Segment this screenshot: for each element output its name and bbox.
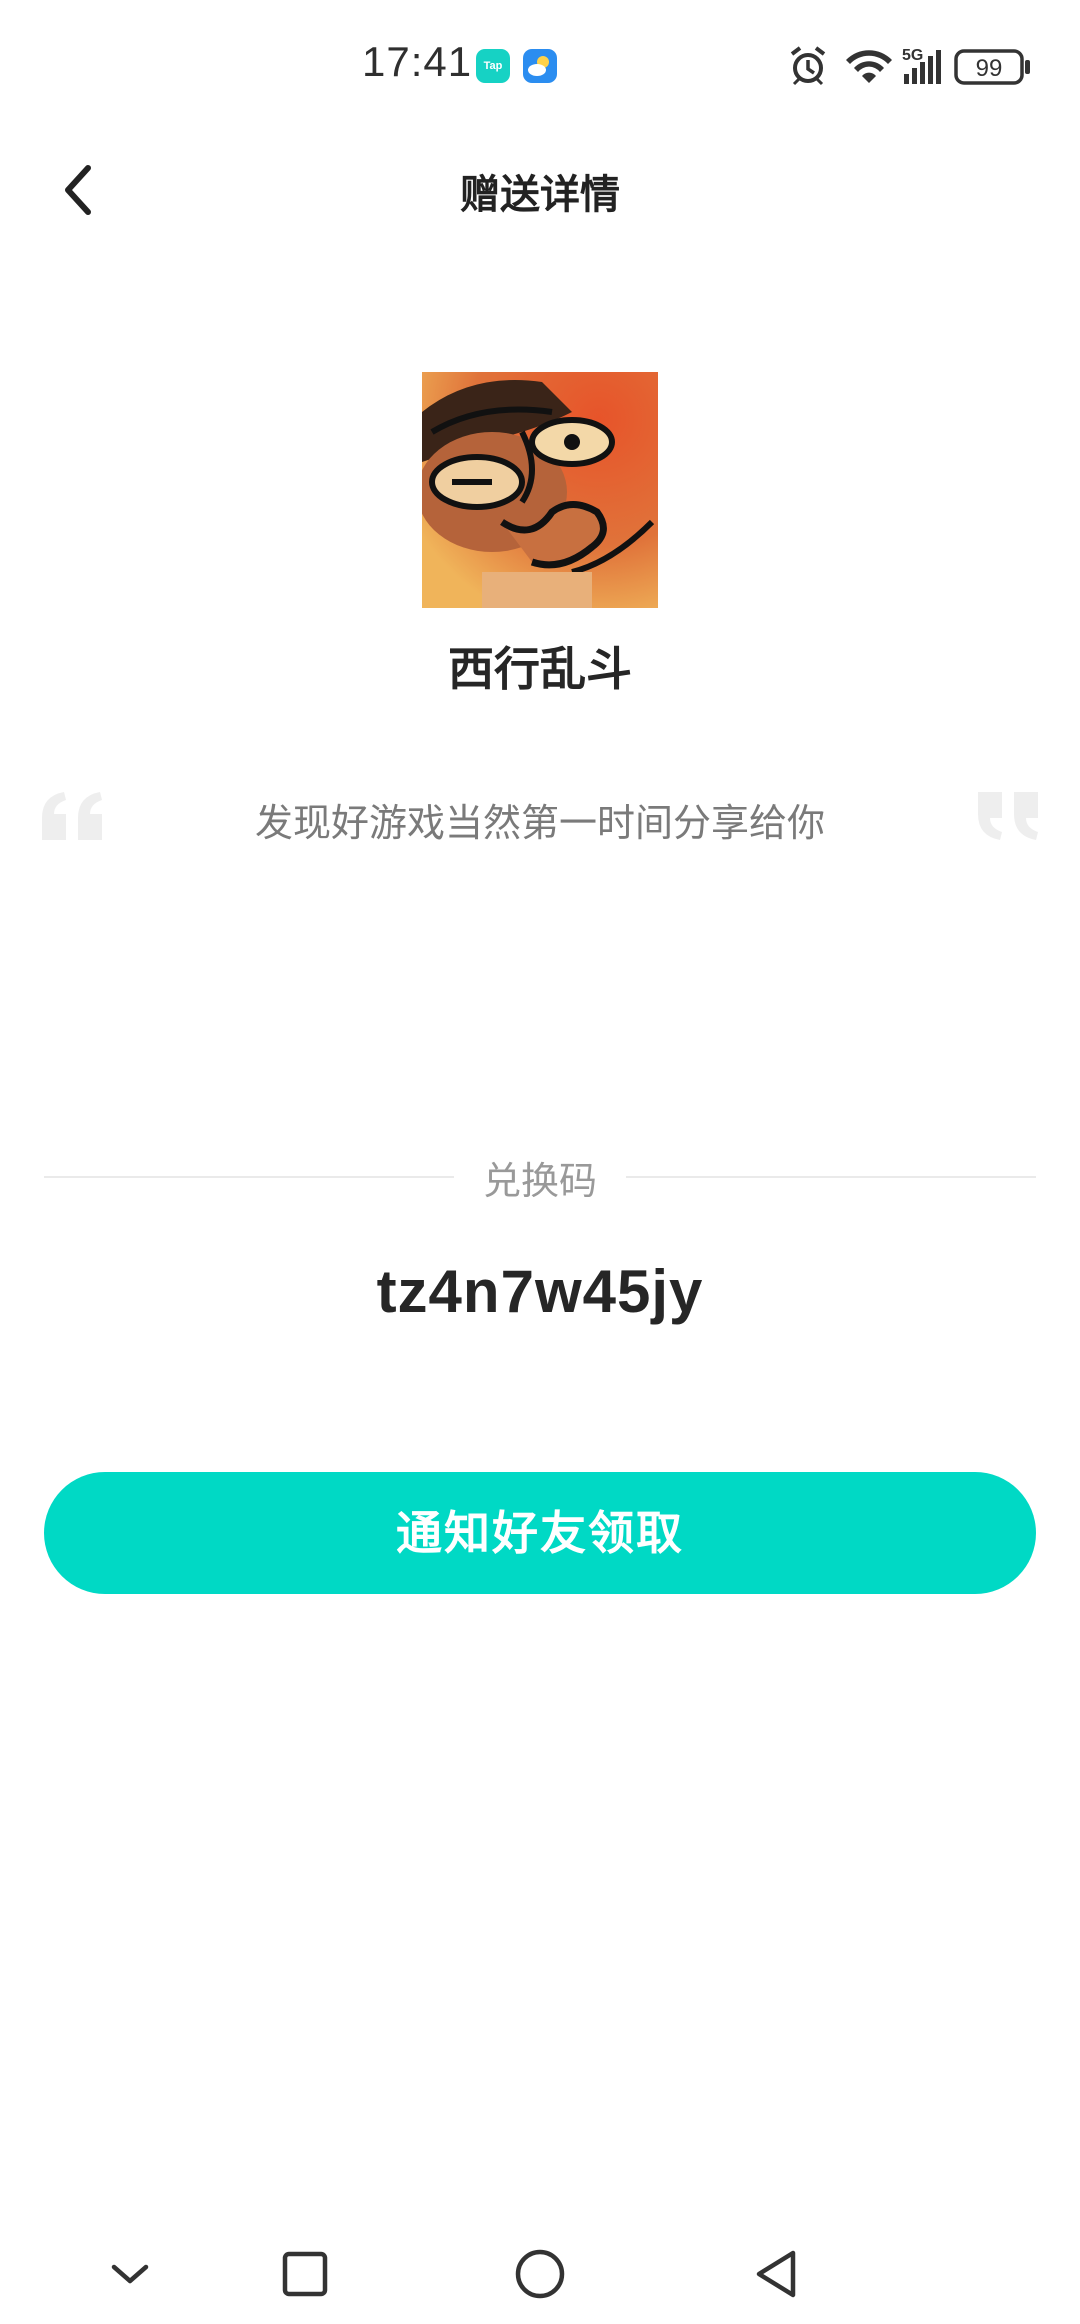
alarm-icon — [790, 46, 826, 86]
notify-friend-button[interactable]: 通知好友领取 — [44, 1472, 1036, 1594]
divider-right — [626, 1176, 1036, 1178]
taptap-notification-icon: Tap — [476, 49, 510, 83]
recent-apps-button[interactable] — [273, 2242, 337, 2306]
redeem-code: tz4n7w45jy — [376, 1258, 704, 1325]
home-button[interactable] — [508, 2242, 572, 2306]
navigation-bar: 赠送详情 — [0, 130, 1080, 250]
network-type-label: 5G — [902, 47, 923, 64]
circle-icon — [515, 2249, 565, 2299]
back-nav-button[interactable] — [744, 2242, 808, 2306]
game-name: 西行乱斗 — [448, 643, 632, 695]
weather-notification-icon — [523, 49, 557, 83]
status-icons: 5G 99 — [784, 40, 1044, 92]
square-icon — [282, 2251, 328, 2297]
chevron-down-icon — [111, 2264, 149, 2284]
battery-level: 99 — [976, 55, 1003, 82]
status-bar: 17:41 Tap 5G 99 — [0, 0, 1080, 130]
system-navigation-bar — [0, 2220, 1080, 2320]
share-message: 发现好游戏当然第一时间分享给你 — [254, 803, 825, 845]
page-title: 赠送详情 — [460, 173, 620, 217]
triangle-back-icon — [756, 2250, 796, 2298]
wifi-icon — [846, 50, 892, 83]
hide-nav-button[interactable] — [98, 2242, 162, 2306]
game-cover-image — [422, 372, 658, 608]
close-quote-icon — [978, 792, 1038, 840]
status-time: 17:41 — [362, 38, 473, 85]
